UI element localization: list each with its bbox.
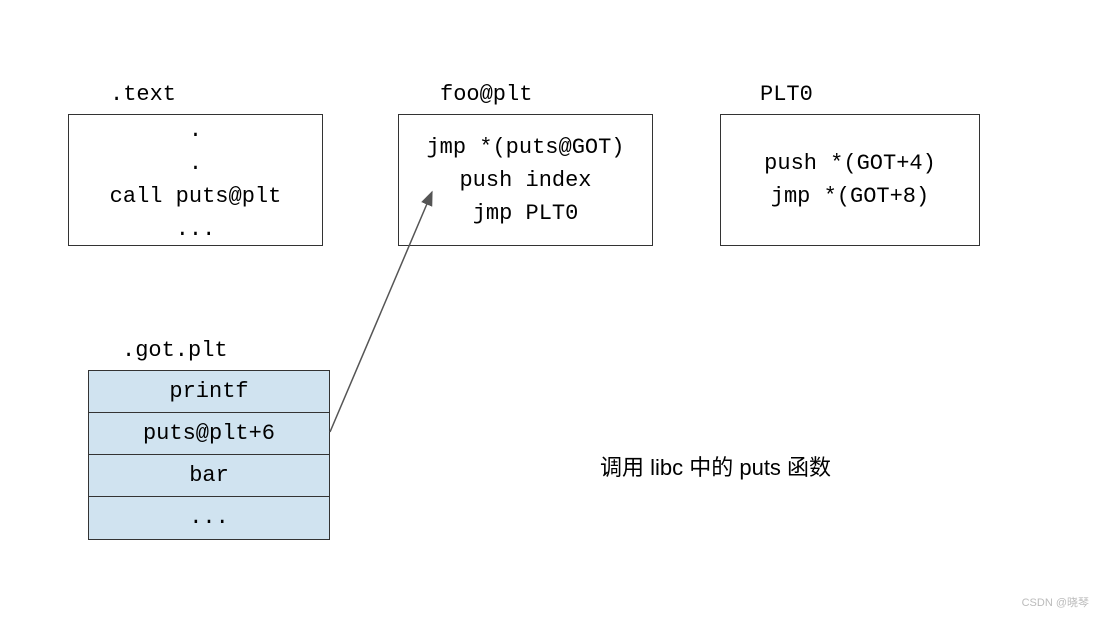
got-row: printf bbox=[89, 371, 329, 413]
text-section-box: . . call puts@plt ... bbox=[68, 114, 323, 246]
got-row: bar bbox=[89, 455, 329, 497]
watermark: CSDN @晓琴 bbox=[1022, 594, 1089, 610]
plt0-label: PLT0 bbox=[760, 82, 813, 107]
diagram-caption: 调用 libc 中的 puts 函数 bbox=[600, 450, 831, 482]
text-line: call puts@plt bbox=[110, 180, 282, 213]
text-line: . bbox=[189, 114, 202, 147]
foo-plt-box: jmp *(puts@GOT) push index jmp PLT0 bbox=[398, 114, 653, 246]
plt0-box: push *(GOT+4) jmp *(GOT+8) bbox=[720, 114, 980, 246]
foo-plt-line: jmp PLT0 bbox=[473, 197, 579, 230]
text-line: . bbox=[189, 147, 202, 180]
plt0-line: jmp *(GOT+8) bbox=[771, 180, 929, 213]
foo-plt-label: foo@plt bbox=[440, 82, 532, 107]
text-line: ... bbox=[176, 213, 216, 246]
got-plt-table: printf puts@plt+6 bar ... bbox=[88, 370, 330, 540]
plt0-line: push *(GOT+4) bbox=[764, 147, 936, 180]
got-plt-label: .got.plt bbox=[122, 338, 228, 363]
got-row: ... bbox=[89, 497, 329, 539]
text-section-label: .text bbox=[110, 82, 176, 107]
got-row: puts@plt+6 bbox=[89, 413, 329, 455]
foo-plt-line: push index bbox=[459, 164, 591, 197]
foo-plt-line: jmp *(puts@GOT) bbox=[426, 131, 624, 164]
